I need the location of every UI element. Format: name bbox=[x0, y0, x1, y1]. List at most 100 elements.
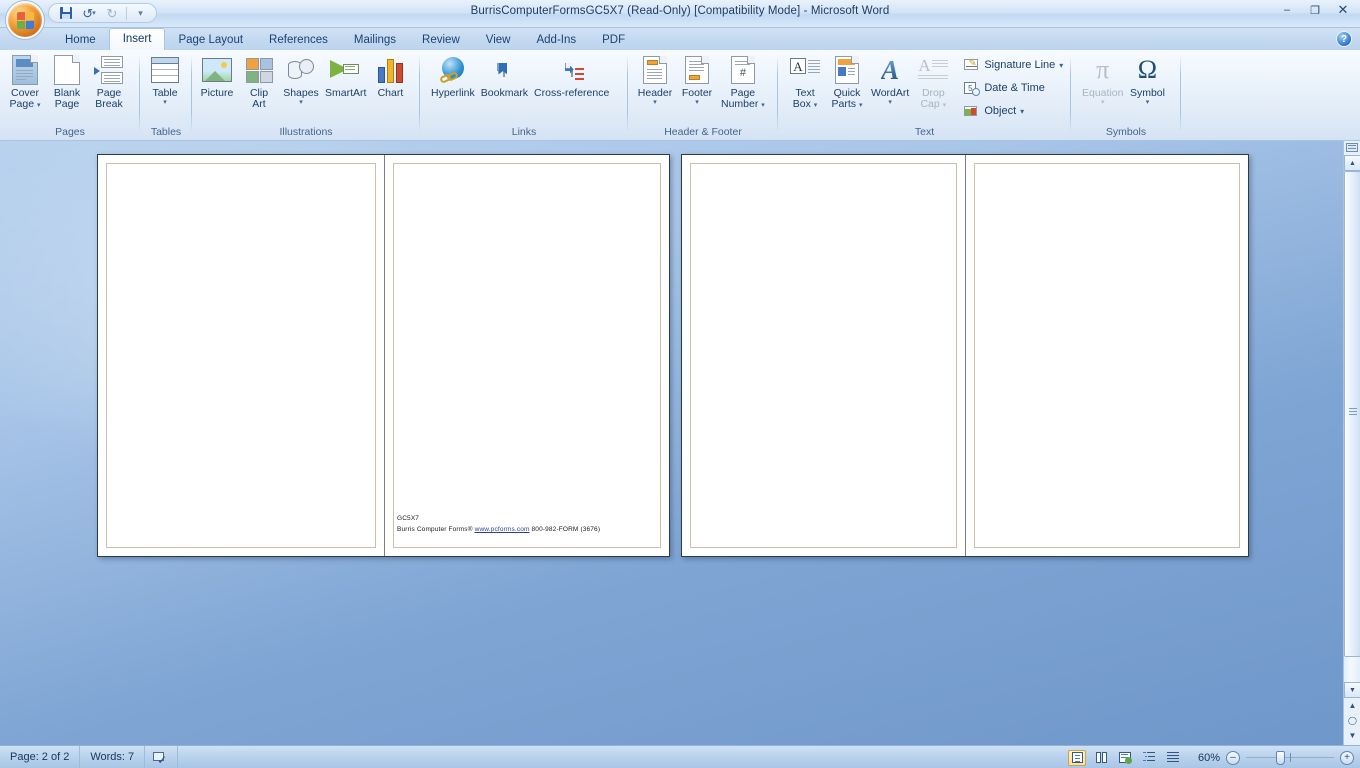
hyperlink-button[interactable]: Hyperlink bbox=[428, 52, 478, 99]
ribbon-group-tables: Table ▾ Tables bbox=[140, 50, 192, 141]
zoom-out-button[interactable]: – bbox=[1226, 750, 1240, 765]
ribbon-group-symbols: π Equation ▾ Ω Symbol ▾ Symbols bbox=[1071, 50, 1181, 141]
drop-cap-icon: A bbox=[918, 54, 949, 86]
help-icon[interactable]: ? bbox=[1336, 31, 1352, 47]
next-page-button[interactable]: ▼ bbox=[1344, 728, 1360, 743]
chevron-down-icon: ▾ bbox=[1059, 60, 1064, 70]
document-page-2[interactable]: GC5X7 Burris Computer Forms® www.pcforms… bbox=[384, 155, 669, 556]
status-bar-right: 60% – + bbox=[1068, 746, 1354, 768]
cross-reference-button[interactable]: Cross-reference bbox=[531, 52, 612, 99]
wordart-icon: A bbox=[881, 55, 900, 85]
group-label: Header & Footer bbox=[664, 126, 742, 138]
drop-cap-button[interactable]: A Drop Cap ▾ bbox=[912, 52, 954, 110]
group-label: Links bbox=[511, 126, 537, 138]
tab-review[interactable]: Review bbox=[409, 30, 473, 50]
footer-button[interactable]: Footer ▾ bbox=[676, 52, 718, 106]
pi-icon: π bbox=[1096, 55, 1110, 84]
margin-guides bbox=[106, 163, 376, 548]
zoom-slider[interactable] bbox=[1246, 750, 1334, 765]
quick-parts-button[interactable]: Quick Parts ▾ bbox=[826, 52, 868, 110]
tab-pdf[interactable]: PDF bbox=[589, 30, 638, 50]
page-break-button[interactable]: Page Break bbox=[88, 52, 130, 110]
small-button-label: Object bbox=[984, 105, 1017, 117]
scroll-thumb[interactable] bbox=[1344, 171, 1360, 657]
web-layout-view-button[interactable] bbox=[1116, 750, 1134, 766]
document-page-1[interactable] bbox=[98, 155, 384, 556]
tab-add-ins[interactable]: Add-Ins bbox=[523, 30, 589, 50]
shapes-button[interactable]: Shapes ▾ bbox=[280, 52, 322, 106]
chevron-down-icon: ▾ bbox=[299, 99, 303, 106]
zoom-in-button[interactable]: + bbox=[1340, 750, 1354, 765]
ribbon-group-pages: Cover Page ▾ Blank Page Page Break Pages bbox=[0, 50, 140, 141]
grip-lines-icon bbox=[1349, 411, 1357, 412]
smartart-button[interactable]: SmartArt bbox=[322, 52, 369, 99]
split-bar-handle[interactable] bbox=[1345, 141, 1360, 155]
maximize-button[interactable]: ❐ bbox=[1302, 2, 1328, 18]
company-line: Burris Computer Forms® www.pcforms.com 8… bbox=[397, 525, 600, 534]
page-number-button[interactable]: # Page Number ▾ bbox=[718, 52, 768, 110]
select-browse-object-button[interactable]: ◯ bbox=[1344, 713, 1360, 728]
chevron-down-icon: ▾ bbox=[1145, 99, 1150, 106]
cover-page-button[interactable]: Cover Page ▾ bbox=[4, 52, 46, 110]
print-layout-view-button[interactable] bbox=[1068, 749, 1086, 766]
tab-home[interactable]: Home bbox=[52, 30, 109, 50]
vertical-scrollbar[interactable]: ▲ ▼ ▲ ◯ ▼ bbox=[1343, 141, 1360, 745]
margin-guides bbox=[393, 163, 661, 548]
document-page-4[interactable] bbox=[965, 155, 1248, 556]
bookmark-button[interactable]: Bookmark bbox=[478, 52, 531, 99]
tab-references[interactable]: References bbox=[256, 30, 341, 50]
scroll-up-button[interactable]: ▲ bbox=[1344, 155, 1360, 171]
spelling-check-icon: ✓ bbox=[153, 750, 169, 767]
outline-view-button[interactable] bbox=[1140, 750, 1158, 766]
proofing-status-button[interactable]: ✓ bbox=[145, 745, 179, 768]
tab-mailings[interactable]: Mailings bbox=[341, 30, 409, 50]
button-label: Symbol bbox=[1129, 87, 1165, 99]
office-button[interactable] bbox=[6, 1, 44, 39]
chevron-down-icon: ▾ bbox=[163, 99, 167, 106]
word-count[interactable]: Words: 7 bbox=[80, 745, 146, 768]
symbol-button[interactable]: Ω Symbol ▾ bbox=[1126, 52, 1168, 106]
chevron-down-icon: ▾ bbox=[761, 102, 765, 109]
table-button[interactable]: Table ▾ bbox=[144, 52, 186, 106]
window-controls: – ❐ ✕ bbox=[1274, 2, 1356, 18]
group-label: Symbols bbox=[1105, 126, 1147, 138]
button-label: Cross-reference bbox=[534, 87, 610, 99]
header-button[interactable]: Header ▾ bbox=[634, 52, 676, 106]
chevron-down-icon: ▾ bbox=[695, 99, 699, 106]
object-button[interactable]: Object ▾ bbox=[960, 100, 1067, 122]
zoom-level[interactable]: 60% bbox=[1188, 752, 1220, 764]
minimize-button[interactable]: – bbox=[1274, 2, 1300, 18]
chevron-down-icon: ▾ bbox=[36, 102, 41, 109]
wordart-button[interactable]: A WordArt ▾ bbox=[868, 52, 912, 106]
zoom-slider-thumb[interactable] bbox=[1276, 750, 1285, 765]
full-screen-reading-view-button[interactable] bbox=[1092, 750, 1110, 766]
page-spread-1[interactable]: GC5X7 Burris Computer Forms® www.pcforms… bbox=[97, 154, 670, 557]
document-canvas[interactable]: GC5X7 Burris Computer Forms® www.pcforms… bbox=[0, 141, 1360, 745]
margin-guides bbox=[690, 163, 957, 548]
text-box-button[interactable]: A Text Box ▾ bbox=[784, 52, 826, 110]
page-number-icon: # bbox=[730, 54, 755, 86]
button-label: Table bbox=[152, 87, 178, 99]
date-time-button[interactable]: 5 Date & Time bbox=[960, 77, 1067, 99]
page-spread-2[interactable] bbox=[681, 154, 1249, 557]
draft-view-button[interactable] bbox=[1164, 750, 1182, 766]
tab-insert[interactable]: Insert bbox=[108, 28, 166, 50]
chevron-down-icon: ▾ bbox=[858, 102, 863, 109]
group-label: Text bbox=[914, 126, 935, 138]
equation-button[interactable]: π Equation ▾ bbox=[1079, 52, 1126, 106]
tab-view[interactable]: View bbox=[473, 30, 524, 50]
picture-button[interactable]: Picture bbox=[196, 52, 238, 99]
close-button[interactable]: ✕ bbox=[1330, 2, 1356, 18]
tab-page-layout[interactable]: Page Layout bbox=[165, 30, 256, 50]
pcforms-link[interactable]: www.pcforms.com bbox=[475, 526, 530, 533]
blank-page-button[interactable]: Blank Page bbox=[46, 52, 88, 110]
document-page-3[interactable] bbox=[682, 155, 965, 556]
clip-art-button[interactable]: Clip Art bbox=[238, 52, 280, 110]
page-indicator[interactable]: Page: 2 of 2 bbox=[0, 745, 81, 768]
scroll-down-button[interactable]: ▼ bbox=[1344, 682, 1360, 698]
table-icon bbox=[151, 54, 179, 86]
previous-page-button[interactable]: ▲ bbox=[1344, 698, 1360, 713]
chart-button[interactable]: Chart bbox=[369, 52, 411, 99]
signature-line-button[interactable]: ✎ Signature Line ▾ bbox=[960, 54, 1067, 76]
scroll-track[interactable] bbox=[1344, 171, 1360, 683]
